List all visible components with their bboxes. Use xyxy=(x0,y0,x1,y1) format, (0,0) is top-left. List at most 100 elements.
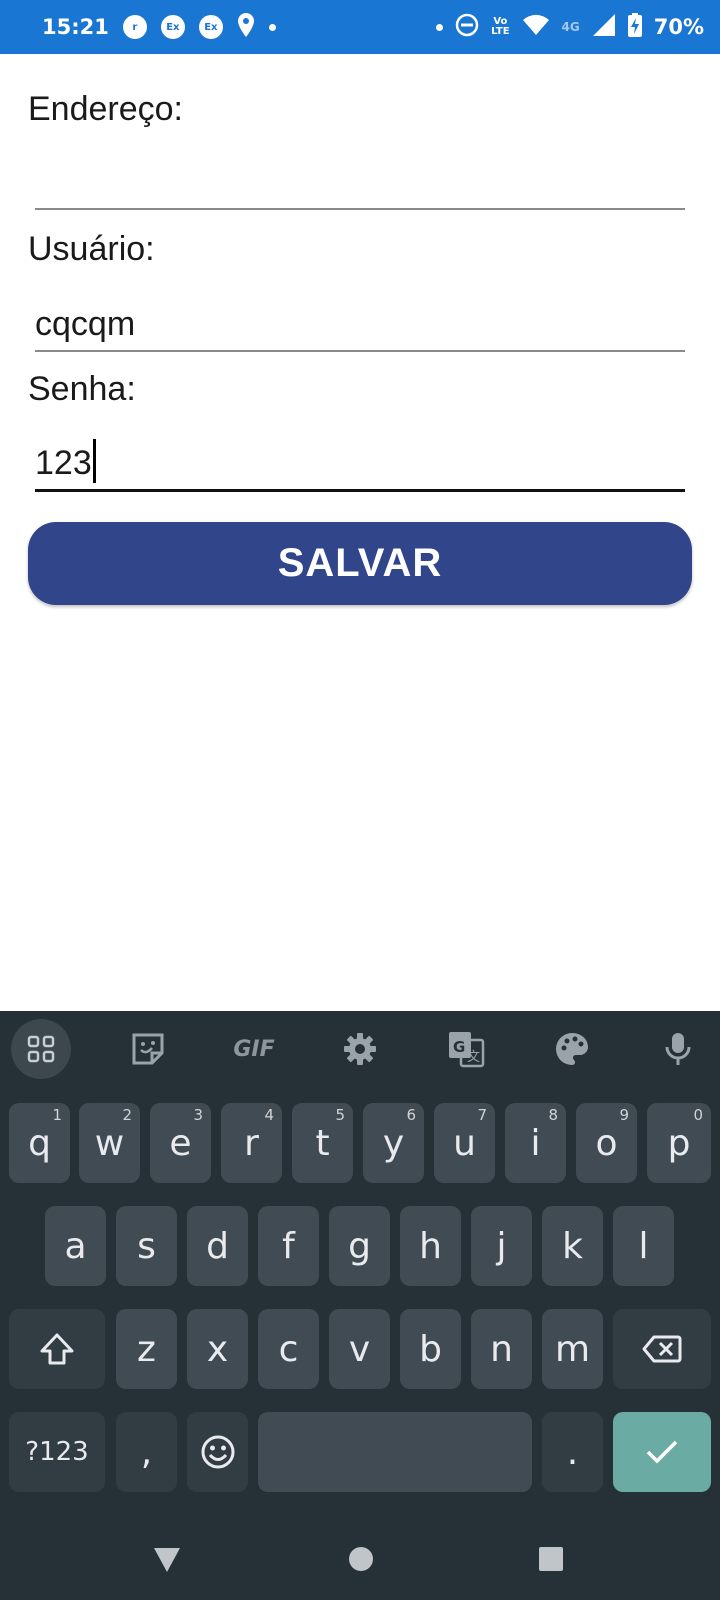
key-label: y xyxy=(382,1122,405,1164)
key-i[interactable]: i8 xyxy=(505,1103,566,1183)
exchange-icon: Ex xyxy=(198,15,223,39)
shift-key[interactable] xyxy=(9,1309,105,1389)
emoji-icon xyxy=(201,1435,234,1469)
volte-bottom: LTE xyxy=(491,26,510,37)
key-hint: 3 xyxy=(193,1106,203,1124)
password-input[interactable]: 123 xyxy=(35,432,685,492)
key-w[interactable]: w2 xyxy=(79,1103,140,1183)
key-g[interactable]: g xyxy=(329,1206,390,1286)
backspace-icon xyxy=(642,1335,682,1363)
key-hint: 0 xyxy=(693,1106,703,1124)
notification-r-icon: r xyxy=(122,15,147,39)
key-c[interactable]: c xyxy=(258,1309,319,1389)
navigation-bar xyxy=(0,1530,720,1600)
location-icon xyxy=(237,12,255,43)
key-e[interactable]: e3 xyxy=(150,1103,211,1183)
dot-icon xyxy=(268,23,276,31)
key-label: w xyxy=(94,1122,125,1164)
back-icon[interactable] xyxy=(152,1546,182,1574)
home-icon[interactable] xyxy=(348,1546,374,1572)
volte-icon: Vo LTE xyxy=(491,17,509,37)
palette-icon[interactable] xyxy=(542,1019,602,1079)
key-label: p xyxy=(667,1122,691,1164)
signal-icon xyxy=(592,13,616,42)
key-y[interactable]: y6 xyxy=(363,1103,424,1183)
user-input[interactable]: cqcqm xyxy=(35,292,685,352)
gif-label: GIF xyxy=(233,1036,275,1062)
shift-icon xyxy=(40,1333,74,1365)
key-z[interactable]: z xyxy=(116,1309,177,1389)
comma-key[interactable]: , xyxy=(116,1412,177,1492)
password-label: Senha: xyxy=(28,370,136,408)
address-label: Endereço: xyxy=(28,90,183,128)
status-left: 15:21 r Ex Ex xyxy=(42,12,276,43)
key-l[interactable]: l xyxy=(613,1206,674,1286)
key-v[interactable]: v xyxy=(329,1309,390,1389)
key-hint: 7 xyxy=(477,1106,487,1124)
user-label: Usuário: xyxy=(28,230,155,268)
key-j[interactable]: j xyxy=(471,1206,532,1286)
translate-icon[interactable]: G文 xyxy=(436,1019,496,1079)
key-label: t xyxy=(315,1122,330,1164)
key-o[interactable]: o9 xyxy=(576,1103,637,1183)
gif-button[interactable]: GIF xyxy=(224,1019,284,1079)
key-label: r xyxy=(244,1122,259,1164)
key-hint: 2 xyxy=(122,1106,132,1124)
key-label: i xyxy=(530,1122,541,1164)
user-input-value: cqcqm xyxy=(35,305,136,343)
key-a[interactable]: a xyxy=(45,1206,106,1286)
do-not-disturb-icon xyxy=(455,13,479,42)
clock: 15:21 xyxy=(42,15,109,39)
key-b[interactable]: b xyxy=(400,1309,461,1389)
svg-text:文: 文 xyxy=(467,1050,480,1065)
backspace-key[interactable] xyxy=(613,1309,711,1389)
apps-grid-icon[interactable] xyxy=(11,1019,71,1079)
key-label: q xyxy=(28,1122,51,1164)
dot-icon xyxy=(436,23,444,31)
soft-keyboard: GIF G文 q1 w2 e3 r4 t5 y6 u7 i8 o9 p0 a s… xyxy=(0,1011,720,1600)
key-hint: 4 xyxy=(264,1106,274,1124)
key-r[interactable]: r4 xyxy=(221,1103,282,1183)
key-label: u xyxy=(453,1122,476,1164)
key-q[interactable]: q1 xyxy=(9,1103,70,1183)
done-key[interactable] xyxy=(613,1412,711,1492)
status-bar: 15:21 r Ex Ex Vo LTE 4G 70% xyxy=(0,0,720,54)
key-u[interactable]: u7 xyxy=(434,1103,495,1183)
battery-percent: 70% xyxy=(653,15,704,39)
text-cursor xyxy=(92,439,96,483)
status-right: Vo LTE 4G 70% xyxy=(436,12,704,42)
key-d[interactable]: d xyxy=(187,1206,248,1286)
symbols-label: ?123 xyxy=(25,1437,89,1467)
key-hint: 9 xyxy=(619,1106,629,1124)
settings-icon[interactable] xyxy=(330,1019,390,1079)
save-button[interactable]: SALVAR xyxy=(28,522,692,605)
svg-text:G: G xyxy=(453,1038,465,1056)
key-t[interactable]: t5 xyxy=(292,1103,353,1183)
key-label: e xyxy=(169,1122,192,1164)
network-type: 4G xyxy=(561,20,580,34)
exchange-icon: Ex xyxy=(160,15,185,39)
key-x[interactable]: x xyxy=(187,1309,248,1389)
key-hint: 6 xyxy=(406,1106,416,1124)
recents-icon[interactable] xyxy=(538,1546,564,1572)
period-key[interactable]: . xyxy=(542,1412,603,1492)
key-h[interactable]: h xyxy=(400,1206,461,1286)
battery-charging-icon xyxy=(627,12,642,42)
key-k[interactable]: k xyxy=(542,1206,603,1286)
check-icon xyxy=(646,1440,678,1464)
symbols-key[interactable]: ?123 xyxy=(9,1412,105,1492)
microphone-icon[interactable] xyxy=(648,1019,708,1079)
key-label: o xyxy=(595,1122,618,1164)
wifi-icon xyxy=(522,14,550,41)
space-key[interactable] xyxy=(258,1412,532,1492)
address-input[interactable] xyxy=(35,150,685,210)
key-f[interactable]: f xyxy=(258,1206,319,1286)
key-s[interactable]: s xyxy=(116,1206,177,1286)
key-hint: 8 xyxy=(548,1106,558,1124)
password-input-value: 123 xyxy=(35,444,92,482)
key-n[interactable]: n xyxy=(471,1309,532,1389)
sticker-icon[interactable] xyxy=(118,1019,178,1079)
emoji-key[interactable] xyxy=(187,1412,248,1492)
key-p[interactable]: p0 xyxy=(647,1103,711,1183)
key-m[interactable]: m xyxy=(542,1309,603,1389)
